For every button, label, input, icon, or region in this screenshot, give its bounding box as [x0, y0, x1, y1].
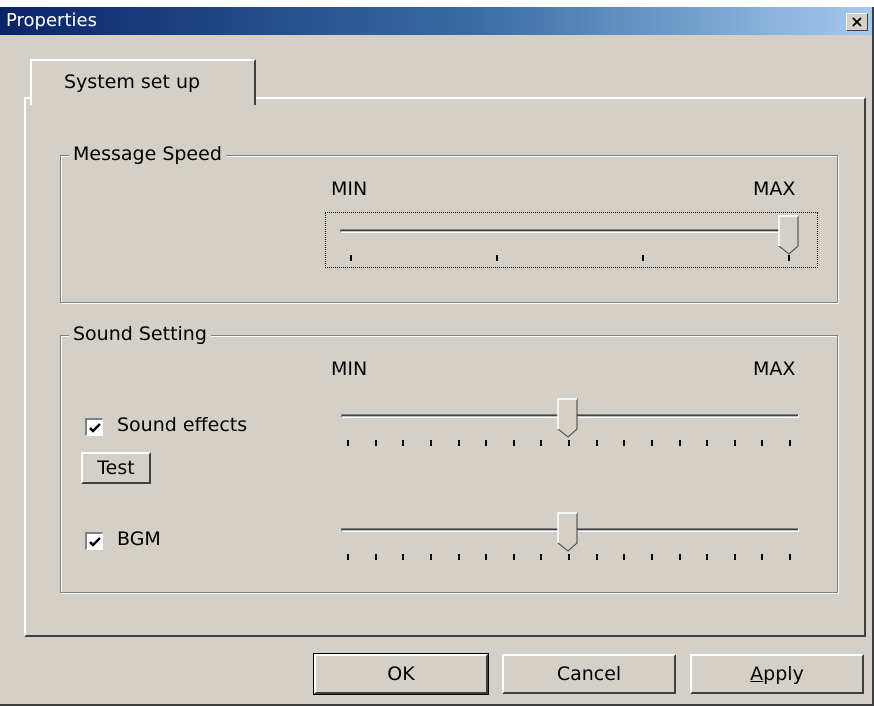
tick [706, 440, 709, 446]
tick [568, 554, 570, 560]
sound-effects-slider[interactable] [337, 398, 803, 462]
message-speed-min-label: MIN [331, 178, 368, 200]
tick [540, 554, 543, 560]
apply-mnemonic: A [750, 663, 764, 685]
tick [350, 255, 352, 261]
tick [650, 440, 653, 446]
close-button[interactable]: × [846, 13, 868, 31]
sound-setting-min-label: MIN [331, 358, 368, 380]
tick [512, 440, 515, 446]
properties-dialog: Properties × System set up Message Speed… [0, 7, 874, 706]
message-speed-max-label: MAX [753, 178, 796, 200]
tick [496, 255, 498, 261]
tab-panel: Message Speed MIN MAX Sound Setting MIN … [24, 97, 866, 637]
apply-button[interactable]: Apply [690, 654, 864, 694]
tick [512, 554, 515, 560]
sound-effects-thumb[interactable] [557, 398, 579, 438]
sound-effects-checkbox[interactable] [85, 418, 103, 436]
bgm-slider[interactable] [337, 512, 803, 576]
tick [347, 554, 349, 560]
tick [789, 440, 791, 446]
message-speed-track [340, 229, 798, 233]
message-speed-slider[interactable] [325, 212, 818, 268]
tick [706, 554, 709, 560]
sound-setting-group: Sound Setting MIN MAX Sound effects Test [60, 322, 838, 593]
tick [429, 554, 432, 560]
sound-effects-label: Sound effects [117, 414, 248, 436]
checkmark-icon [89, 423, 101, 433]
tick [788, 255, 790, 261]
tick [650, 554, 653, 560]
tick [642, 255, 644, 261]
tick [623, 554, 626, 560]
tick [678, 554, 681, 560]
bgm-checkbox[interactable] [85, 532, 103, 550]
bgm-thumb[interactable] [557, 512, 579, 552]
cancel-button[interactable]: Cancel [502, 654, 676, 694]
tick [733, 554, 736, 560]
bgm-label: BGM [117, 528, 161, 550]
tab-label: System set up [64, 71, 201, 93]
tick [623, 440, 626, 446]
sound-setting-label: Sound Setting [69, 322, 211, 346]
tick [540, 440, 543, 446]
checkmark-icon [89, 537, 101, 547]
tick [429, 440, 432, 446]
tick [457, 554, 460, 560]
message-speed-thumb[interactable] [778, 215, 800, 255]
tick [402, 554, 405, 560]
window-title: Properties [6, 10, 97, 31]
sound-setting-max-label: MAX [753, 358, 796, 380]
tick [347, 440, 349, 446]
tick [568, 440, 570, 446]
tick [595, 440, 598, 446]
tick [733, 440, 736, 446]
tick [595, 554, 598, 560]
close-icon: × [850, 12, 864, 31]
ok-button[interactable]: OK [313, 653, 489, 695]
tick [789, 554, 791, 560]
tick [678, 440, 681, 446]
message-speed-label: Message Speed [69, 142, 226, 166]
tick [374, 440, 377, 446]
tick [457, 440, 460, 446]
tick [485, 440, 488, 446]
apply-rest: pply [763, 663, 804, 685]
tick [485, 554, 488, 560]
title-bar[interactable]: Properties × [0, 7, 872, 35]
tick [402, 440, 405, 446]
tick [761, 554, 764, 560]
tick [761, 440, 764, 446]
test-button[interactable]: Test [81, 452, 151, 484]
tick [374, 554, 377, 560]
tab-system-set-up[interactable]: System set up [30, 59, 256, 105]
message-speed-group: Message Speed MIN MAX [60, 142, 838, 303]
